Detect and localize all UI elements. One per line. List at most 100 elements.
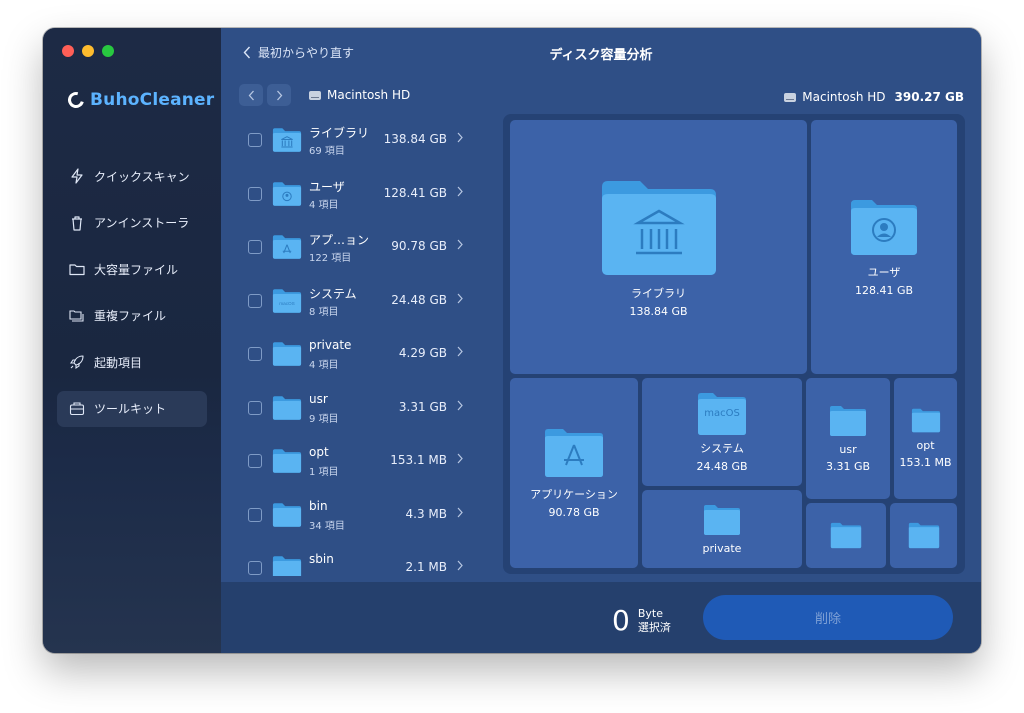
row-name: アプ…ョン bbox=[309, 233, 370, 247]
row-size: 128.41 GB bbox=[383, 185, 447, 200]
folder-icon bbox=[272, 395, 302, 425]
chevron-right-icon[interactable] bbox=[457, 132, 463, 143]
folder-list-row[interactable]: sbin 2.1 MB bbox=[221, 541, 493, 576]
folder-list-row[interactable]: ユーザ 4 項目 128.41 GB bbox=[221, 167, 493, 221]
folder-list-row[interactable]: macOS システム 8 項目 24.48 GB bbox=[221, 274, 493, 328]
folder-icon bbox=[272, 555, 302, 576]
minimize-window-button[interactable] bbox=[82, 45, 94, 57]
row-size: 3.31 GB bbox=[398, 399, 447, 414]
sidebar-item-toolkit[interactable]: ツールキット bbox=[57, 390, 207, 427]
row-name: opt bbox=[309, 445, 329, 459]
row-checkbox[interactable] bbox=[248, 186, 262, 201]
treemap-tile-applications[interactable]: アプリケーション 90.78 GB bbox=[510, 378, 638, 568]
sidebar-item-label: 起動項目 bbox=[94, 355, 143, 370]
selection-summary: 0 Byte 選択済 bbox=[612, 604, 671, 637]
chevron-right-icon[interactable] bbox=[457, 239, 463, 250]
treemap-tile-private[interactable]: private bbox=[642, 490, 802, 568]
zoom-window-button[interactable] bbox=[102, 45, 114, 57]
row-item-count: 4 項目 bbox=[309, 199, 339, 211]
duplicate-folder-icon bbox=[69, 308, 85, 324]
row-checkbox[interactable] bbox=[248, 133, 262, 147]
bolt-icon bbox=[69, 168, 85, 184]
selected-label: 選択済 bbox=[637, 620, 671, 634]
treemap-tile-name: usr bbox=[839, 442, 857, 456]
disk-treemap: ライブラリ 138.84 GB ユーザ 128.41 GB アプリケーション 9… bbox=[503, 114, 965, 574]
page-title: ディスク容量分析 bbox=[549, 48, 653, 63]
chevron-right-icon[interactable] bbox=[457, 400, 463, 411]
treemap-tile-size: 153.1 MB bbox=[899, 456, 952, 469]
folder-list-row[interactable]: bin 34 項目 4.3 MB bbox=[221, 488, 493, 542]
bottom-bar: 0 Byte 選択済 削除 bbox=[221, 582, 981, 653]
treemap-tile-size: 90.78 GB bbox=[548, 506, 600, 519]
sidebar-item-uninstaller[interactable]: アンインストーラ bbox=[57, 205, 207, 241]
row-item-count: 122 項目 bbox=[309, 253, 352, 264]
users-folder-icon bbox=[851, 199, 917, 255]
row-checkbox[interactable] bbox=[248, 240, 262, 254]
sidebar-item-label: クイックスキャン bbox=[94, 169, 190, 184]
back-nav-button[interactable] bbox=[239, 84, 263, 106]
hard-disk-icon bbox=[784, 92, 797, 102]
sidebar-item-large-files[interactable]: 大容量ファイル bbox=[57, 251, 207, 287]
disk-name: Macintosh HD bbox=[802, 90, 886, 104]
row-checkbox[interactable] bbox=[248, 347, 262, 361]
chevron-right-icon[interactable] bbox=[457, 293, 463, 304]
chevron-right-icon[interactable] bbox=[457, 346, 463, 357]
close-window-button[interactable] bbox=[62, 45, 74, 57]
window-controls bbox=[62, 45, 114, 57]
treemap-tile-bin[interactable] bbox=[806, 503, 886, 568]
treemap-tile-usr[interactable]: usr 3.31 GB bbox=[806, 378, 890, 499]
sidebar-nav: クイックスキャン アンインストーラ 大容量ファイル 重複ファイル 起動項目 ツー… bbox=[57, 158, 207, 437]
users-folder-icon bbox=[272, 181, 302, 211]
chevron-right-icon[interactable] bbox=[457, 560, 463, 571]
sidebar-item-quick-scan[interactable]: クイックスキャン bbox=[57, 158, 207, 194]
folder-list-row[interactable]: アプ…ョン 122 項目 90.78 GB bbox=[221, 220, 493, 274]
chevron-right-icon[interactable] bbox=[457, 453, 463, 464]
folder-icon bbox=[69, 261, 85, 277]
sidebar-item-label: アンインストーラ bbox=[94, 216, 190, 230]
row-checkbox[interactable] bbox=[248, 293, 262, 308]
row-name: bin bbox=[309, 498, 328, 513]
folder-list-row[interactable]: opt 1 項目 153.1 MB bbox=[221, 434, 493, 488]
library-folder-icon bbox=[272, 127, 302, 157]
selected-size-unit: Byte bbox=[637, 606, 663, 620]
sidebar-item-startup[interactable]: 起動項目 bbox=[57, 344, 207, 380]
svg-text:macOS: macOS bbox=[279, 301, 295, 306]
row-item-count: 9 項目 bbox=[309, 413, 339, 425]
folder-icon bbox=[830, 405, 866, 436]
breadcrumb: Macintosh HD bbox=[309, 88, 410, 102]
treemap-tile-users[interactable]: ユーザ 128.41 GB bbox=[811, 120, 957, 374]
macos-badge: macOS bbox=[704, 407, 740, 419]
folder-list-row[interactable]: ライブラリ 69 項目 138.84 GB bbox=[221, 113, 493, 167]
sidebar-item-label: ツールキット bbox=[94, 402, 167, 416]
chevron-left-icon bbox=[248, 90, 254, 100]
selected-size-value: 0 bbox=[612, 604, 630, 637]
row-checkbox[interactable] bbox=[248, 400, 262, 415]
sidebar-item-label: 重複ファイル bbox=[94, 309, 167, 323]
folder-list-row[interactable]: usr 9 項目 3.31 GB bbox=[221, 381, 493, 435]
treemap-tile-library[interactable]: ライブラリ 138.84 GB bbox=[510, 120, 807, 374]
treemap-tile-opt[interactable]: opt 153.1 MB bbox=[894, 378, 957, 499]
row-item-count: 34 項目 bbox=[309, 520, 345, 532]
selected-size-labels: Byte 選択済 bbox=[638, 607, 671, 635]
toolkit-icon bbox=[69, 401, 85, 417]
row-checkbox[interactable] bbox=[248, 454, 262, 468]
chevron-right-icon[interactable] bbox=[457, 507, 463, 518]
row-checkbox[interactable] bbox=[248, 561, 262, 575]
treemap-tile-system[interactable]: macOS システム 24.48 GB bbox=[642, 378, 802, 486]
sidebar-item-duplicates[interactable]: 重複ファイル bbox=[57, 298, 207, 334]
row-checkbox[interactable] bbox=[248, 507, 262, 522]
folder-icon bbox=[830, 522, 862, 549]
delete-button[interactable]: 削除 bbox=[703, 595, 953, 640]
chevron-right-icon bbox=[276, 90, 282, 100]
sidebar: BuhoCleaner クイックスキャン アンインストーラ 大容量ファイル 重複… bbox=[43, 28, 221, 653]
disk-summary: Macintosh HD 390.27 GB bbox=[784, 90, 964, 104]
treemap-tile-sbin[interactable] bbox=[890, 503, 957, 568]
folder-list-row[interactable]: private 4 項目 4.29 GB bbox=[221, 327, 493, 381]
row-size: 153.1 MB bbox=[390, 453, 447, 467]
row-name: private bbox=[309, 338, 352, 352]
chevron-right-icon[interactable] bbox=[457, 186, 463, 197]
forward-nav-button[interactable] bbox=[267, 84, 291, 106]
treemap-tile-size: 3.31 GB bbox=[825, 459, 871, 473]
folder-icon bbox=[704, 504, 740, 535]
brand-logo-icon bbox=[65, 89, 87, 111]
